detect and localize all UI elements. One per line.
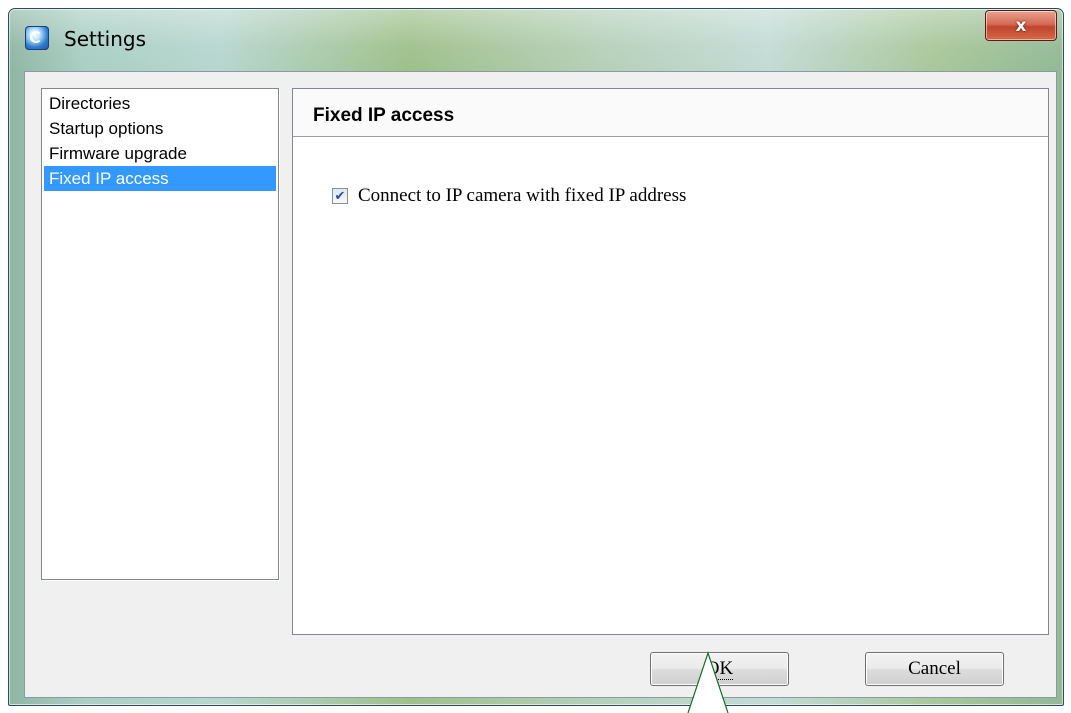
panel-header: Fixed IP access [293, 89, 1048, 137]
nav-item-firmware-upgrade[interactable]: Firmware upgrade [44, 141, 276, 166]
settings-content-panel: Fixed IP access ✔ Connect to IP camera w… [292, 88, 1049, 635]
panel-title: Fixed IP access [313, 105, 455, 126]
title-bar[interactable]: Settings x [9, 9, 1063, 71]
ok-button-label: OK [705, 657, 734, 680]
close-icon: x [1015, 15, 1027, 36]
checkmark-icon: ✔ [334, 188, 346, 204]
fixed-ip-checkbox-label[interactable]: Connect to IP camera with fixed IP addre… [358, 185, 686, 207]
cancel-button[interactable]: Cancel [865, 652, 1004, 686]
nav-item-startup-options[interactable]: Startup options [44, 116, 276, 141]
fixed-ip-option[interactable]: ✔ Connect to IP camera with fixed IP add… [332, 185, 686, 207]
close-button[interactable]: x [985, 10, 1057, 41]
nav-item-directories[interactable]: Directories [44, 91, 276, 116]
dialog-client-area: Directories Startup options Firmware upg… [24, 71, 1057, 698]
cancel-button-label: Cancel [908, 658, 961, 679]
ok-button[interactable]: OK [650, 652, 789, 686]
nav-item-fixed-ip-access[interactable]: Fixed IP access [44, 166, 276, 191]
window-title: Settings [64, 27, 147, 51]
settings-window: Settings x Directories Startup options F… [8, 8, 1064, 706]
app-icon [25, 26, 49, 50]
settings-category-list[interactable]: Directories Startup options Firmware upg… [41, 88, 279, 580]
fixed-ip-checkbox[interactable]: ✔ [332, 188, 348, 204]
